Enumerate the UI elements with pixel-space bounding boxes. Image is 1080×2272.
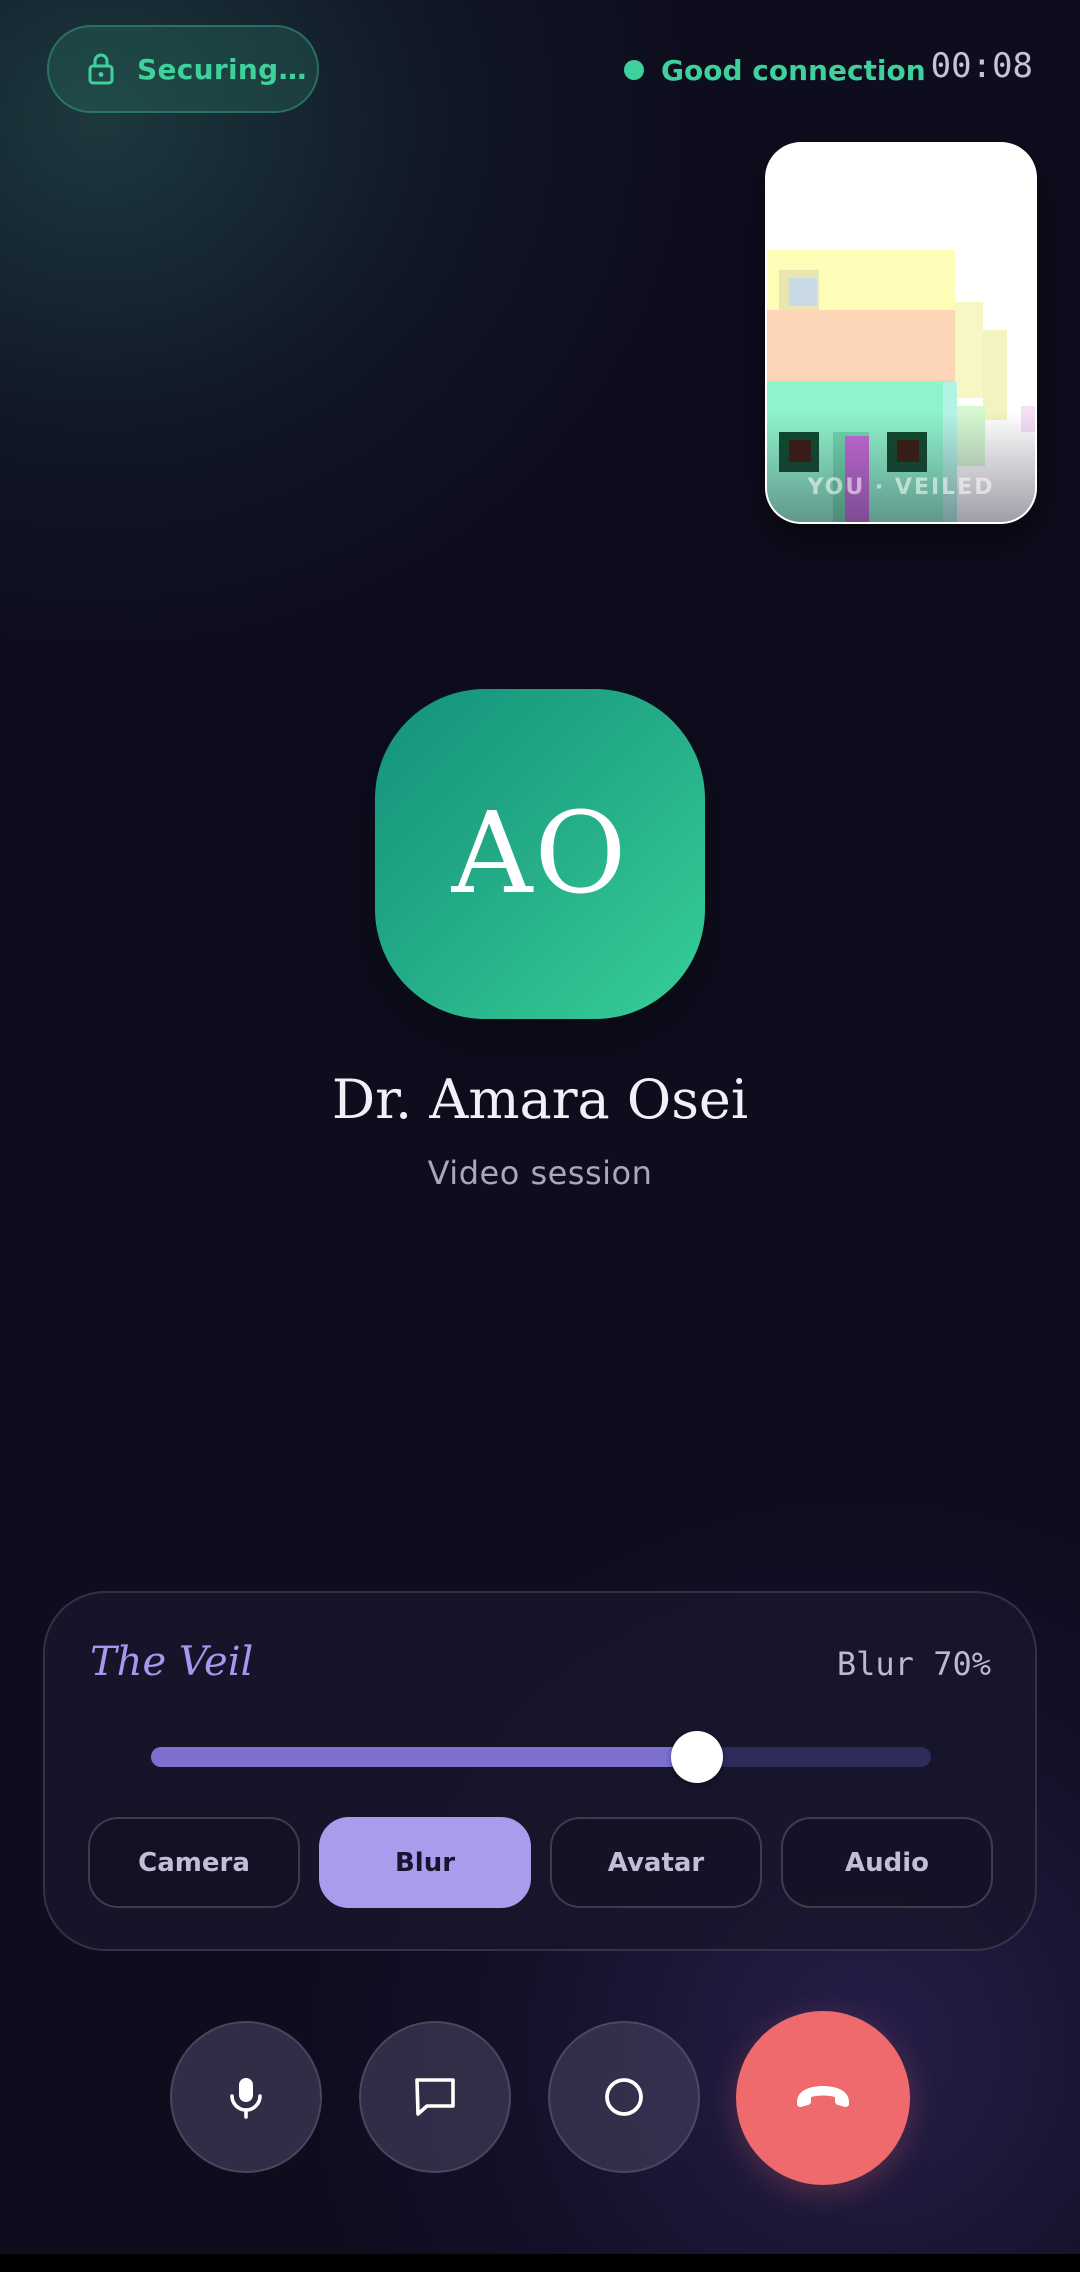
secure-status-pill: Securing… [47, 25, 319, 113]
blur-pixel [955, 302, 983, 398]
self-view-video[interactable]: YOU · VEILED [765, 142, 1037, 524]
mute-button[interactable] [170, 2021, 322, 2173]
blur-pixel [767, 310, 955, 382]
blur-slider-thumb[interactable] [671, 1731, 723, 1783]
record-icon [605, 2078, 643, 2116]
veil-mode-selector: Camera Blur Avatar Audio [88, 1817, 993, 1908]
self-view-label: YOU · VEILED [807, 475, 995, 500]
blur-pixel [789, 278, 817, 306]
call-timer: 00:08 [930, 46, 1033, 86]
chat-button[interactable] [359, 2021, 511, 2173]
mode-camera-button[interactable]: Camera [88, 1817, 300, 1908]
blur-pixel [983, 330, 1007, 420]
mode-blur-button[interactable]: Blur [319, 1817, 531, 1908]
caller-avatar: AO [375, 689, 705, 1019]
connection-status: Good connection [624, 50, 926, 90]
connection-dot-icon [624, 60, 644, 80]
caller-name: Dr. Amara Osei [331, 1068, 749, 1131]
secure-status-label: Securing… [137, 52, 307, 86]
connection-label: Good connection [661, 53, 926, 87]
end-call-icon [797, 2086, 849, 2107]
mode-avatar-button[interactable]: Avatar [550, 1817, 762, 1908]
chat-icon [415, 2078, 455, 2116]
end-call-button[interactable] [736, 2011, 910, 2185]
blur-slider-fill [151, 1747, 697, 1767]
self-view-shade [767, 412, 1035, 522]
blur-slider[interactable] [151, 1731, 931, 1783]
record-button[interactable] [548, 2021, 700, 2173]
system-navigation-bar [0, 2254, 1080, 2272]
microphone-icon [230, 2078, 262, 2119]
veil-panel: The Veil Blur 70% Camera Blur Avatar Aud… [43, 1591, 1037, 1951]
veil-level-label: Blur 70% [836, 1645, 991, 1683]
caller-initials: AO [451, 789, 629, 919]
lock-icon [88, 53, 114, 85]
veil-title: The Veil [90, 1639, 254, 1685]
mode-audio-button[interactable]: Audio [781, 1817, 993, 1908]
session-type: Video session [427, 1154, 653, 1192]
